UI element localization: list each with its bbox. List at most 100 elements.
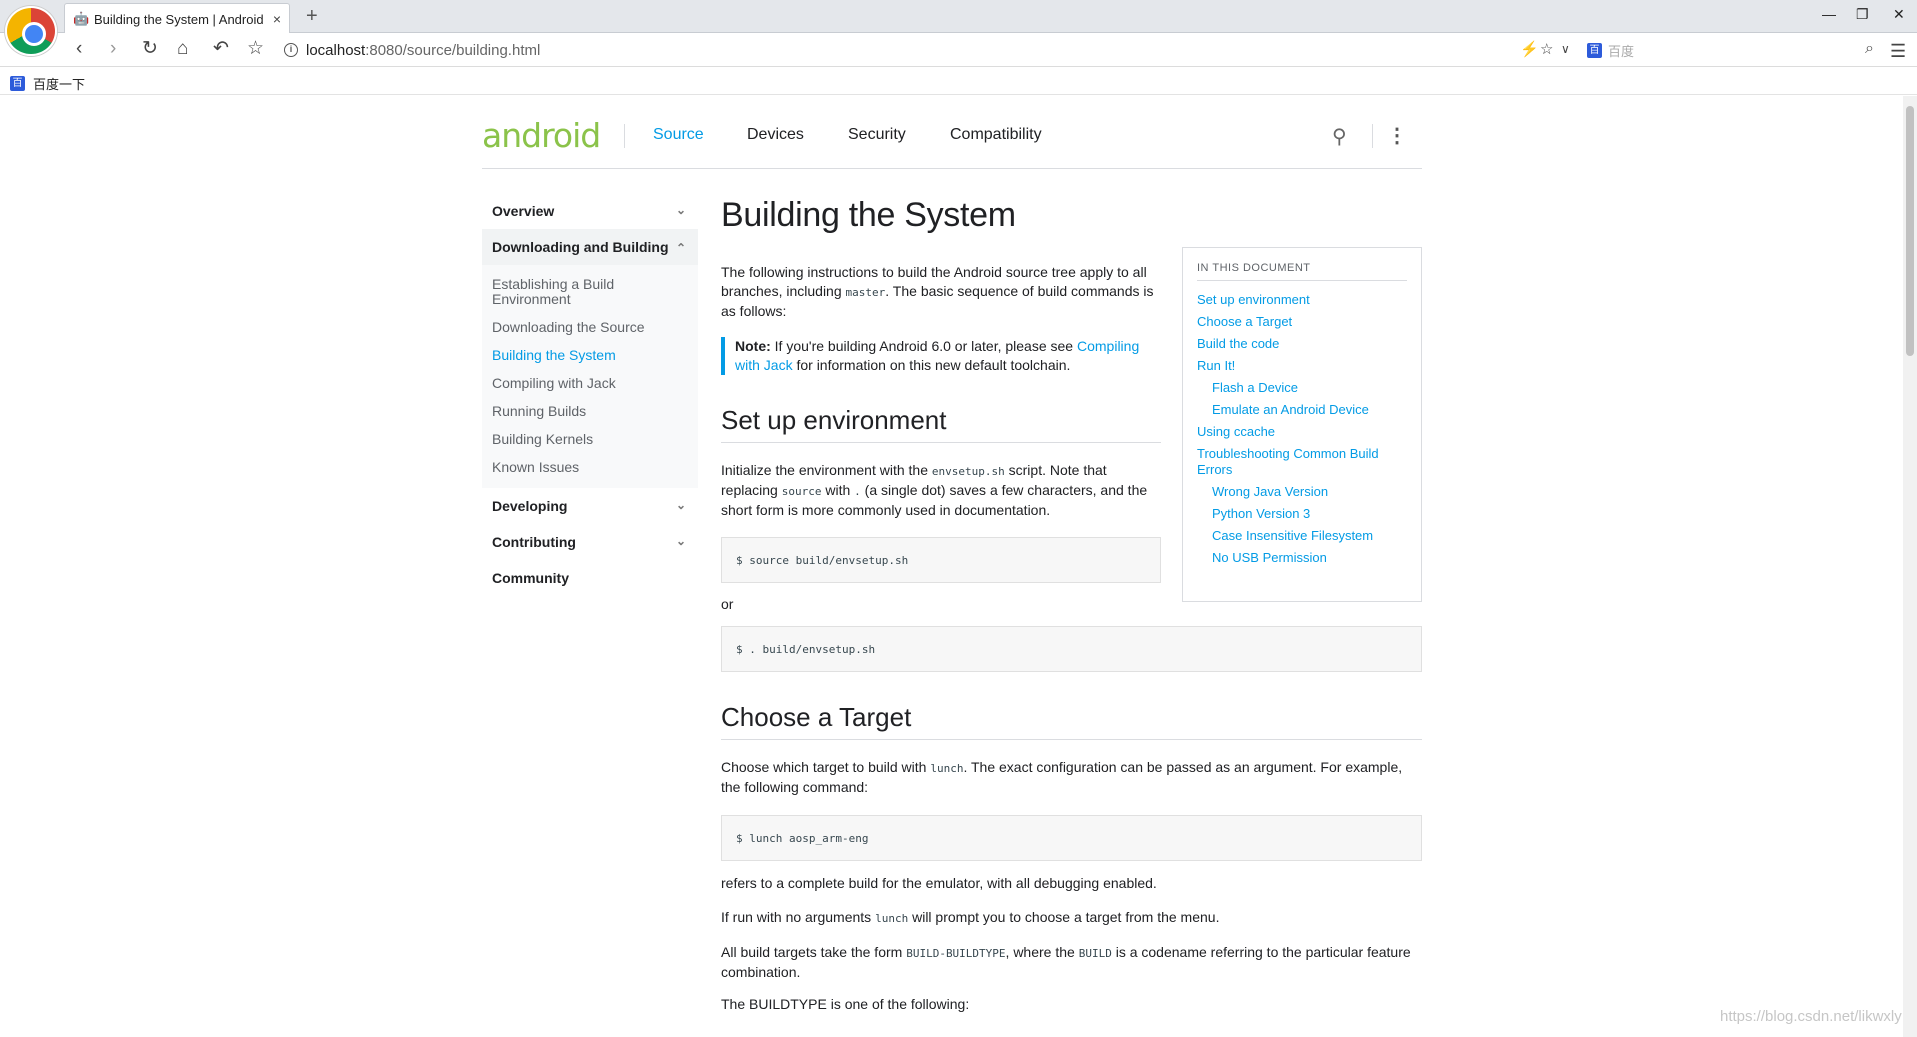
browser-logo-icon[interactable] [5, 6, 57, 56]
code-block[interactable]: $ lunch aosp_arm-eng [721, 815, 1422, 861]
build-targets-paragraph: All build targets take the form BUILD-BU… [721, 944, 1411, 980]
sidebar-subitem-build-environment[interactable]: Establishing a Build Environment [492, 271, 632, 314]
nav-compatibility[interactable]: Compatibility [950, 126, 1042, 144]
section-heading-target: Choose a Target [721, 702, 1422, 740]
bookmark-bar: 百 百度一下 [0, 67, 1917, 95]
undo-close-icon[interactable]: ↶ [213, 39, 229, 59]
url-text[interactable]: localhost:8080/source/building.html [306, 42, 540, 59]
scrollbar-thumb[interactable] [1906, 106, 1914, 356]
android-favicon-icon: 🤖 [73, 11, 90, 26]
toc-title: IN THIS DOCUMENT [1197, 262, 1407, 281]
dropdown-chevron-icon[interactable]: ∨ [1561, 42, 1570, 56]
table-of-contents: IN THIS DOCUMENT Set up environment Choos… [1182, 247, 1422, 602]
section-heading-setup: Set up environment [721, 405, 1161, 443]
web-page: android Source Devices Security Compatib… [0, 96, 1903, 1037]
search-placeholder: 百度 [1608, 43, 1635, 59]
sidebar-subitem-running-builds[interactable]: Running Builds [492, 398, 698, 426]
toc-link[interactable]: Case Insensitive Filesystem [1197, 525, 1407, 547]
code-block[interactable]: $ source build/envsetup.sh [721, 537, 1161, 583]
page-title: Building the System [721, 196, 1016, 234]
site-header: android Source Devices Security Compatib… [482, 96, 1422, 169]
baidu-icon: 百 [1587, 42, 1602, 58]
toc-link[interactable]: Troubleshooting Common Build Errors [1197, 443, 1407, 481]
header-divider [1372, 124, 1373, 148]
toc-link[interactable]: Using ccache [1197, 421, 1407, 443]
forward-icon[interactable]: › [110, 39, 116, 59]
toc-link[interactable]: Wrong Java Version [1197, 481, 1407, 503]
back-icon[interactable]: ‹ [76, 39, 82, 59]
nav-security[interactable]: Security [848, 126, 906, 144]
buildtype-paragraph: The BUILDTYPE is one of the following: [721, 996, 970, 1012]
sidebar-subitem-building-system[interactable]: Building the System [492, 342, 698, 370]
url-host: localhost [306, 41, 366, 59]
favorite-star-icon[interactable]: ☆ [1540, 40, 1553, 58]
sidebar-item-label: Overview [492, 203, 555, 219]
tab-title: Building the System | Android [94, 11, 264, 27]
logo-divider [624, 124, 625, 148]
toc-link[interactable]: Emulate an Android Device [1197, 399, 1407, 421]
toc-link[interactable]: Choose a Target [1197, 311, 1407, 333]
search-engine-box[interactable]: 百 百度 ⌕ [1587, 38, 1878, 62]
sidebar-item-downloading-building[interactable]: Downloading and Building ⌃ [482, 229, 698, 265]
baidu-icon: 百 [10, 76, 25, 91]
toc-link[interactable]: Flash a Device [1197, 377, 1407, 399]
setup-paragraph: Initialize the environment with the envs… [721, 462, 1148, 518]
search-icon[interactable]: ⌕ [1865, 40, 1874, 58]
toc-list: Set up environment Choose a Target Build t… [1197, 289, 1407, 569]
browser-menu-icon[interactable]: ☰ [1890, 41, 1906, 62]
watermark: https://blog.csdn.net/likwxly [1720, 1008, 1902, 1025]
close-window-button[interactable]: ✕ [1893, 6, 1905, 23]
minimize-button[interactable]: — [1822, 6, 1836, 22]
home-icon[interactable]: ⌂ [177, 39, 188, 59]
sidebar-item-label: Developing [492, 498, 568, 514]
note-callout: Note: If you're building Android 6.0 or … [721, 337, 1161, 375]
sidebar-item-label: Downloading and Building [492, 239, 669, 255]
sidebar-item-label: Contributing [492, 534, 576, 550]
sidebar-item-developing[interactable]: Developing ⌄ [482, 488, 698, 524]
bookmark-baidu[interactable]: 百 百度一下 [10, 74, 85, 93]
sidebar-subitem-known-issues[interactable]: Known Issues [492, 454, 698, 482]
nav-devices[interactable]: Devices [747, 126, 804, 144]
restore-button[interactable]: ❐ [1856, 6, 1869, 23]
toc-link[interactable]: Run It! [1197, 355, 1407, 377]
refers-paragraph: refers to a complete build for the emula… [721, 875, 1157, 891]
more-vert-icon[interactable]: ⋮ [1387, 123, 1407, 148]
chevron-up-icon: ⌃ [675, 241, 686, 255]
reload-icon[interactable]: ↻ [142, 39, 158, 59]
bookmark-star-icon[interactable]: ☆ [247, 39, 264, 59]
sidebar-item-overview[interactable]: Overview ⌄ [482, 193, 698, 229]
address-toolbar: ‹ › ↻ ⌂ ↶ ☆ i localhost:8080/source/buil… [0, 33, 1917, 67]
toc-link[interactable]: Build the code [1197, 333, 1407, 355]
sidebar-subitem-compiling-jack[interactable]: Compiling with Jack [492, 370, 698, 398]
sidebar-subitem-building-kernels[interactable]: Building Kernels [492, 426, 698, 454]
toc-link[interactable]: Set up environment [1197, 289, 1407, 311]
android-logo[interactable]: android [482, 116, 601, 155]
sidebar-nav: Overview ⌄ Downloading and Building ⌃ Es… [482, 193, 698, 596]
vertical-scrollbar[interactable] [1903, 96, 1917, 1037]
site-info-icon[interactable]: i [284, 43, 298, 57]
no-args-paragraph: If run with no arguments lunch will prom… [721, 909, 1220, 925]
lightning-icon[interactable]: ⚡ [1520, 40, 1539, 58]
sidebar-subitem-downloading-source[interactable]: Downloading the Source [492, 314, 698, 342]
bookmark-label: 百度一下 [33, 77, 86, 92]
address-bar[interactable]: i localhost:8080/source/building.html [284, 38, 1587, 62]
sidebar-item-contributing[interactable]: Contributing ⌄ [482, 524, 698, 560]
chevron-down-icon: ⌄ [675, 534, 686, 548]
chevron-down-icon: ⌄ [675, 498, 686, 512]
tab-close-icon[interactable]: × [273, 11, 281, 27]
sidebar-item-community[interactable]: Community [482, 560, 698, 596]
code-block[interactable]: $ . build/envsetup.sh [721, 626, 1422, 672]
sidebar-item-label: Community [492, 570, 569, 586]
browser-tab[interactable]: 🤖 Building the System | Android × [64, 3, 290, 34]
intro-paragraph: The following instructions to build the … [721, 264, 1154, 319]
chevron-down-icon: ⌄ [675, 203, 686, 217]
site-search-icon[interactable]: ⚲ [1332, 124, 1347, 149]
url-path: :8080/source/building.html [365, 41, 541, 59]
new-tab-button[interactable]: + [306, 5, 318, 28]
sidebar-subitems: Establishing a Build Environment Downloa… [482, 265, 698, 488]
toc-link[interactable]: No USB Permission [1197, 547, 1407, 569]
target-paragraph: Choose which target to build with lunch.… [721, 759, 1403, 795]
nav-source[interactable]: Source [653, 126, 704, 144]
tab-strip: 🤖 Building the System | Android × + — ❐ … [0, 0, 1917, 56]
toc-link[interactable]: Python Version 3 [1197, 503, 1407, 525]
